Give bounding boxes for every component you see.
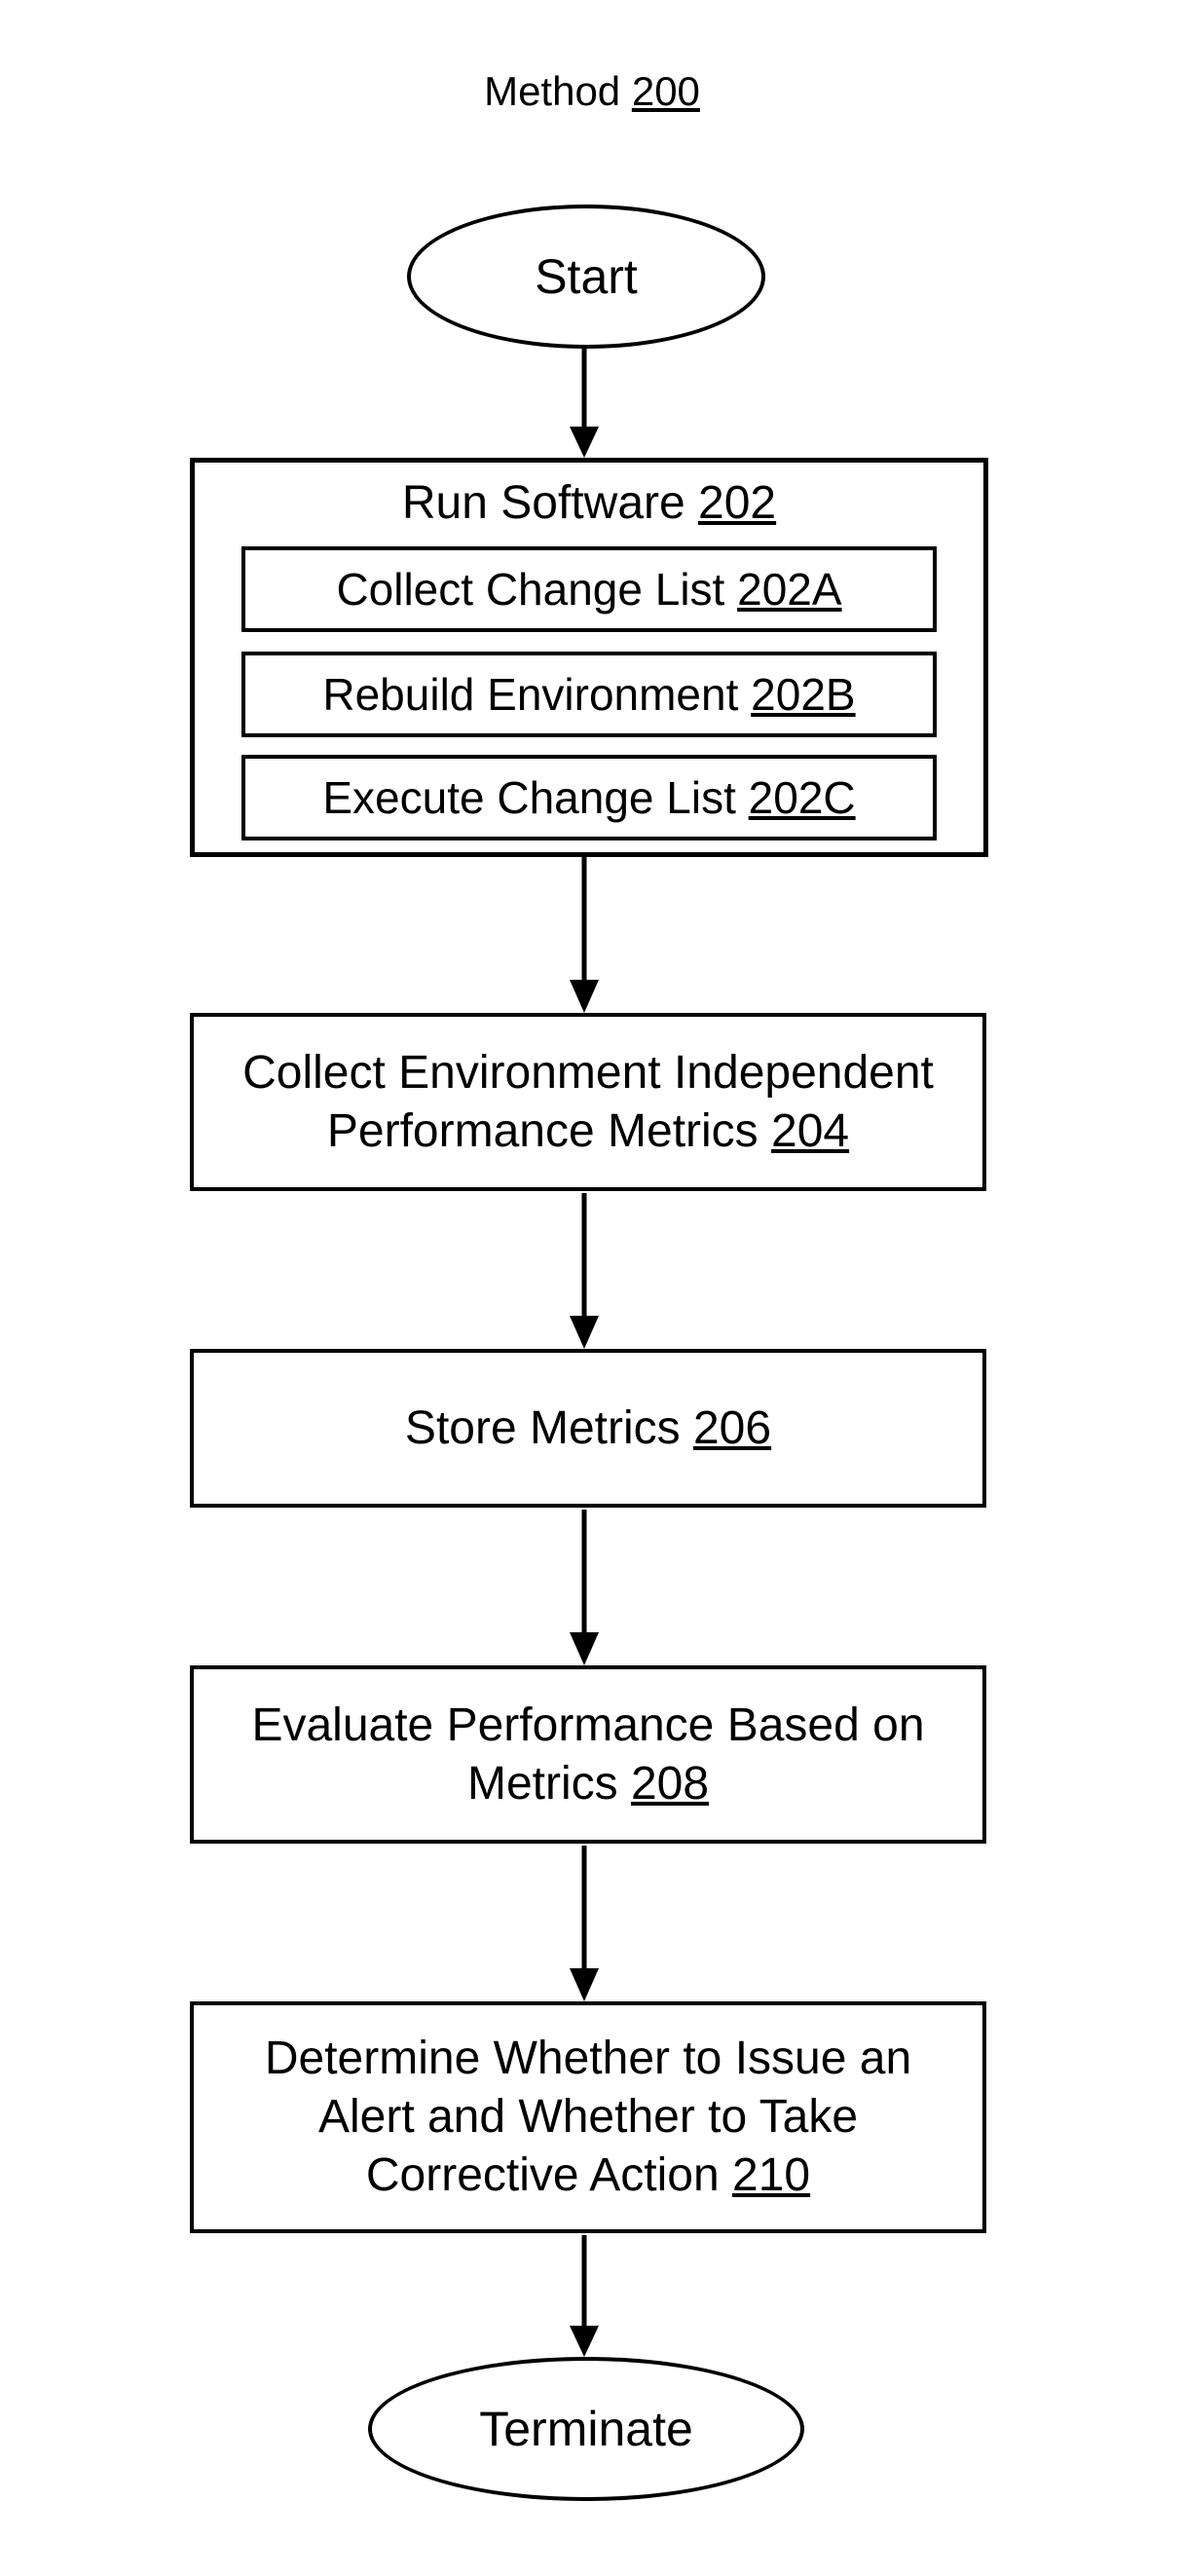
arrow-206-to-208 <box>582 1510 586 1665</box>
substep-202A: Collect Change List 202A <box>241 546 937 632</box>
step-202-title: Run Software 202 <box>195 476 983 530</box>
step-208-line2: Metrics 208 <box>467 1755 709 1813</box>
step-206-line: Store Metrics 206 <box>405 1400 771 1458</box>
arrow-208-to-210 <box>582 1846 586 2001</box>
step-210-ref: 210 <box>732 2149 810 2201</box>
flowchart-canvas: Method 200 Start Run Software 202 Collec… <box>0 0 1184 2576</box>
step-210: Determine Whether to Issue an Alert and … <box>190 2001 986 2233</box>
step-208-line1: Evaluate Performance Based on <box>251 1697 924 1755</box>
diagram-title: Method 200 <box>0 68 1184 115</box>
step-206: Store Metrics 206 <box>190 1349 986 1508</box>
step-204-line1: Collect Environment Independent <box>242 1044 934 1102</box>
step-208-ref: 208 <box>631 1758 709 1810</box>
step-206-ref: 206 <box>693 1402 771 1454</box>
substep-202B-label: Rebuild Environment <box>322 672 738 717</box>
substep-202B: Rebuild Environment 202B <box>241 652 937 737</box>
step-204: Collect Environment Independent Performa… <box>190 1013 986 1191</box>
step-210-line3: Corrective Action 210 <box>366 2147 810 2205</box>
arrow-210-to-terminate <box>582 2235 586 2357</box>
arrow-start-to-202 <box>582 345 586 458</box>
start-label: Start <box>535 248 638 305</box>
arrow-202-to-204 <box>582 857 586 1013</box>
title-ref: 200 <box>632 68 700 114</box>
substep-202C: Execute Change List 202C <box>241 755 937 840</box>
step-202-group: Run Software 202 Collect Change List 202… <box>190 458 988 857</box>
substep-202B-ref: 202B <box>751 672 855 717</box>
substep-202C-ref: 202C <box>749 775 856 820</box>
arrow-204-to-206 <box>582 1193 586 1349</box>
step-210-line1: Determine Whether to Issue an <box>265 2030 911 2088</box>
step-210-line2: Alert and Whether to Take <box>318 2088 858 2147</box>
step-204-ref: 204 <box>771 1105 849 1157</box>
step-202-ref: 202 <box>698 477 776 529</box>
substep-202A-label: Collect Change List <box>336 567 724 612</box>
step-204-line2: Performance Metrics 204 <box>327 1102 849 1161</box>
start-node: Start <box>407 205 765 349</box>
substep-202C-label: Execute Change List <box>322 775 736 820</box>
step-202-label: Run Software <box>402 477 698 529</box>
terminate-label: Terminate <box>479 2401 693 2457</box>
terminate-node: Terminate <box>368 2357 804 2501</box>
step-208: Evaluate Performance Based on Metrics 20… <box>190 1665 986 1844</box>
title-text: Method <box>484 68 632 114</box>
substep-202A-ref: 202A <box>737 567 841 612</box>
